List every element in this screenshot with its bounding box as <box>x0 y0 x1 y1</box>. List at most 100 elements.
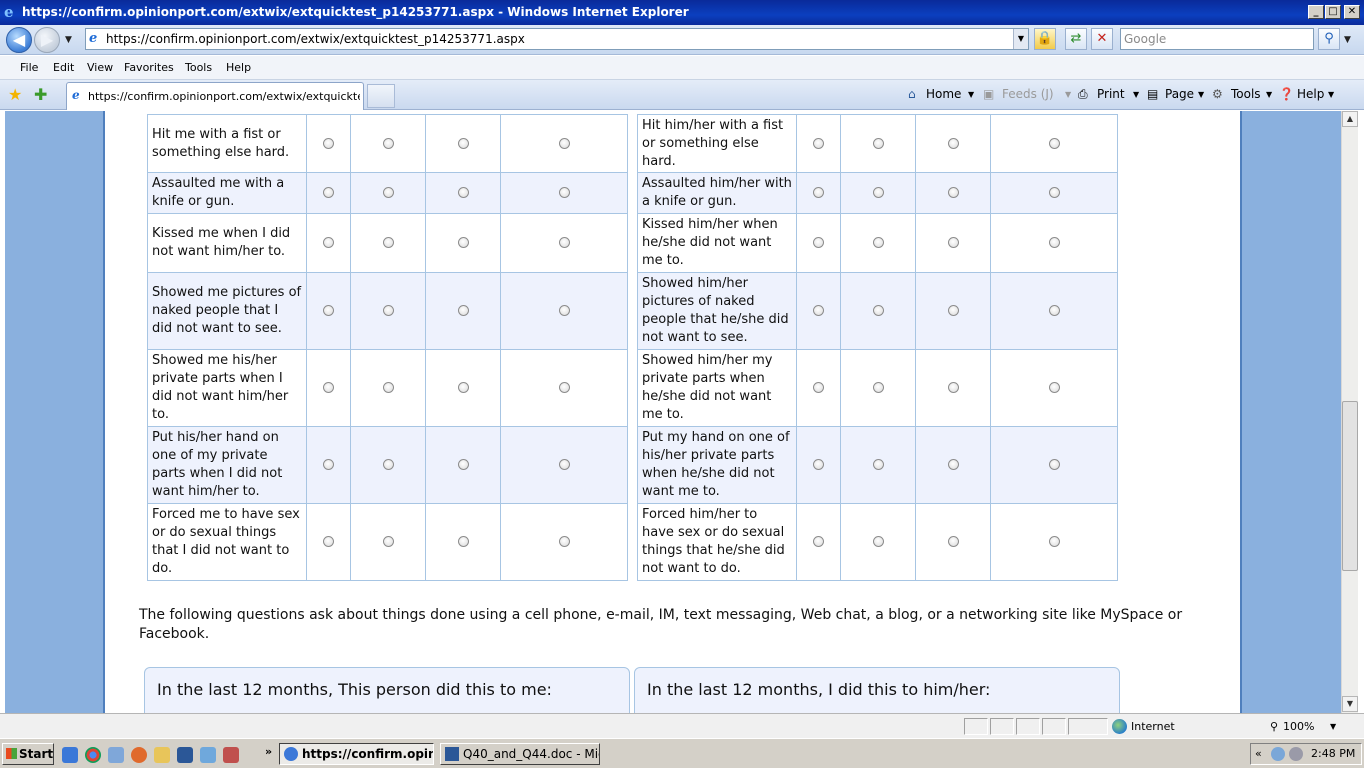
zoom-icon[interactable]: ⚲ <box>1270 720 1278 733</box>
answer-radio[interactable] <box>872 382 884 393</box>
page-button[interactable]: Page <box>1165 87 1194 101</box>
taskbar-word-window[interactable]: Q40_and_Q44.doc - Micr... <box>440 743 600 765</box>
print-dropdown-icon[interactable]: ▼ <box>1133 90 1139 99</box>
help-icon[interactable]: ❓ <box>1279 87 1294 101</box>
network-quicklaunch-icon[interactable] <box>108 747 124 763</box>
clock[interactable]: 2:48 PM <box>1311 747 1355 760</box>
answer-radio[interactable] <box>323 459 334 470</box>
answer-radio[interactable] <box>872 137 884 149</box>
answer-radio[interactable] <box>457 382 469 393</box>
zoom-level[interactable]: 100% <box>1283 720 1314 733</box>
menu-help[interactable]: Help <box>226 61 251 74</box>
answer-radio[interactable] <box>813 137 824 149</box>
answer-radio[interactable] <box>457 237 469 248</box>
doc-quicklaunch-icon[interactable] <box>200 747 216 763</box>
print-icon[interactable]: ⎙ <box>1078 87 1088 102</box>
scroll-down-button[interactable]: ▼ <box>1342 696 1358 712</box>
answer-radio[interactable] <box>947 137 959 149</box>
answer-radio[interactable] <box>1048 137 1060 149</box>
chrome-quicklaunch-icon[interactable] <box>85 747 101 763</box>
answer-radio[interactable] <box>323 137 334 149</box>
answer-radio[interactable] <box>457 536 469 547</box>
answer-radio[interactable] <box>558 187 570 198</box>
vertical-scrollbar[interactable]: ▲ ▼ <box>1341 111 1358 713</box>
volume-tray-icon[interactable] <box>1289 747 1303 761</box>
answer-radio[interactable] <box>382 237 394 248</box>
answer-radio[interactable] <box>382 459 394 470</box>
folder-quicklaunch-icon[interactable] <box>154 747 170 763</box>
search-button[interactable]: ⚲ <box>1318 28 1340 50</box>
answer-radio[interactable] <box>872 305 884 316</box>
menu-tools[interactable]: Tools <box>185 61 212 74</box>
answer-radio[interactable] <box>872 237 884 248</box>
home-icon[interactable]: ⌂ <box>908 87 916 101</box>
answer-radio[interactable] <box>947 382 959 393</box>
answer-radio[interactable] <box>947 305 959 316</box>
page-icon[interactable]: ▤ <box>1147 87 1158 101</box>
minimize-button[interactable]: _ <box>1308 5 1324 19</box>
answer-radio[interactable] <box>457 459 469 470</box>
search-input[interactable]: Google <box>1120 28 1314 50</box>
answer-radio[interactable] <box>947 237 959 248</box>
answer-radio[interactable] <box>813 536 824 547</box>
answer-radio[interactable] <box>323 237 334 248</box>
menu-favorites[interactable]: Favorites <box>124 61 174 74</box>
answer-radio[interactable] <box>872 536 884 547</box>
answer-radio[interactable] <box>1048 536 1060 547</box>
tools-button[interactable]: Tools <box>1231 87 1261 101</box>
media-quicklaunch-icon[interactable] <box>223 747 239 763</box>
answer-radio[interactable] <box>947 459 959 470</box>
answer-radio[interactable] <box>1048 237 1060 248</box>
word-quicklaunch-icon[interactable] <box>177 747 193 763</box>
answer-radio[interactable] <box>813 459 824 470</box>
forward-button[interactable]: ▶ <box>34 27 60 53</box>
ie-quicklaunch-icon[interactable] <box>62 747 78 763</box>
answer-radio[interactable] <box>558 382 570 393</box>
answer-radio[interactable] <box>382 305 394 316</box>
answer-radio[interactable] <box>1048 382 1060 393</box>
quicklaunch-overflow-icon[interactable]: » <box>265 745 272 758</box>
help-button[interactable]: Help <box>1297 87 1324 101</box>
start-button[interactable]: Start <box>2 743 54 765</box>
security-lock-icon[interactable]: 🔒 <box>1034 28 1056 50</box>
answer-radio[interactable] <box>558 459 570 470</box>
zoom-dropdown-icon[interactable]: ▼ <box>1330 722 1336 731</box>
answer-radio[interactable] <box>323 187 334 198</box>
answer-radio[interactable] <box>323 305 334 316</box>
back-button[interactable]: ◀ <box>6 27 32 53</box>
tray-expand-icon[interactable]: « <box>1255 747 1262 760</box>
answer-radio[interactable] <box>872 459 884 470</box>
answer-radio[interactable] <box>558 536 570 547</box>
answer-radio[interactable] <box>457 137 469 149</box>
scroll-thumb[interactable] <box>1342 401 1358 571</box>
answer-radio[interactable] <box>558 137 570 149</box>
scroll-up-button[interactable]: ▲ <box>1342 111 1358 127</box>
answer-radio[interactable] <box>947 187 959 198</box>
page-dropdown-icon[interactable]: ▼ <box>1198 90 1204 99</box>
answer-radio[interactable] <box>947 536 959 547</box>
answer-radio[interactable] <box>1048 459 1060 470</box>
firefox-quicklaunch-icon[interactable] <box>131 747 147 763</box>
new-tab-button[interactable] <box>367 84 395 108</box>
home-button[interactable]: Home <box>926 87 961 101</box>
answer-radio[interactable] <box>382 382 394 393</box>
url-field[interactable]: e https://confirm.opinionport.com/extwix… <box>85 28 1029 50</box>
menu-view[interactable]: View <box>87 61 113 74</box>
add-favorites-icon[interactable]: ✚ <box>34 85 47 104</box>
answer-radio[interactable] <box>813 305 824 316</box>
answer-radio[interactable] <box>382 536 394 547</box>
answer-radio[interactable] <box>323 382 334 393</box>
answer-radio[interactable] <box>457 305 469 316</box>
close-window-button[interactable]: ✕ <box>1344 5 1360 19</box>
answer-radio[interactable] <box>813 382 824 393</box>
answer-radio[interactable] <box>457 187 469 198</box>
help-dropdown-icon[interactable]: ▼ <box>1328 90 1334 99</box>
answer-radio[interactable] <box>872 187 884 198</box>
browser-tab[interactable]: e https://confirm.opinionport.com/extwix… <box>66 82 364 110</box>
maximize-button[interactable]: □ <box>1325 5 1341 19</box>
answer-radio[interactable] <box>1048 187 1060 198</box>
menu-edit[interactable]: Edit <box>53 61 74 74</box>
answer-radio[interactable] <box>558 237 570 248</box>
refresh-button[interactable]: ⇄ <box>1065 28 1087 50</box>
taskbar-ie-window[interactable]: https://confirm.opini... <box>279 743 434 765</box>
